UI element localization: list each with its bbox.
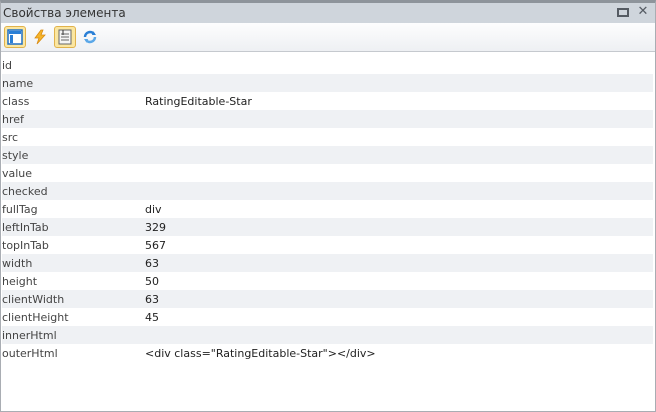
property-row-value[interactable]: value (2, 164, 653, 182)
property-row-fullTag[interactable]: fullTag div (2, 200, 653, 218)
property-key: fullTag (2, 202, 38, 216)
property-value[interactable]: 63 (145, 257, 159, 270)
property-row-src[interactable]: src (2, 128, 653, 146)
property-key: style (2, 148, 29, 162)
property-value[interactable]: 45 (145, 311, 159, 324)
property-key: href (2, 112, 24, 126)
property-row-leftInTab[interactable]: leftInTab 329 (2, 218, 653, 236)
maximize-icon (617, 7, 629, 17)
panel-title: Свойства элемента (3, 6, 126, 20)
property-key: clientHeight (2, 310, 69, 324)
property-row-id[interactable]: id (2, 56, 653, 74)
panel-titlebar: Свойства элемента ✕ (1, 3, 655, 23)
property-value[interactable]: 50 (145, 275, 159, 288)
properties-button[interactable] (54, 26, 76, 48)
property-grid: id name class RatingEditable-Star href src sty… (2, 56, 653, 362)
property-key: name (2, 76, 34, 90)
property-value[interactable]: <div class="RatingEditable-Star"></div> (145, 347, 376, 360)
property-value[interactable]: 329 (145, 221, 166, 234)
property-value[interactable]: div (145, 203, 162, 216)
element-view-icon (7, 29, 23, 45)
refresh-button[interactable] (79, 26, 101, 48)
property-value[interactable]: 567 (145, 239, 166, 252)
maximize-button[interactable] (617, 6, 629, 18)
property-row-style[interactable]: style (2, 146, 653, 164)
property-key: height (2, 274, 38, 288)
property-row-outerHtml[interactable]: outerHtml <div class="RatingEditable-Star… (2, 344, 653, 362)
property-row-clientHeight[interactable]: clientHeight 45 (2, 308, 653, 326)
properties-panel: Свойства элемента ✕ id name class RatingEdi… (0, 0, 656, 412)
property-row-href[interactable]: href (2, 110, 653, 128)
property-key: src (2, 130, 19, 144)
property-row-clientWidth[interactable]: clientWidth 63 (2, 290, 653, 308)
close-button[interactable]: ✕ (637, 4, 649, 19)
element-view-button[interactable] (4, 26, 26, 48)
property-row-height[interactable]: height 50 (2, 272, 653, 290)
property-row-width[interactable]: width 63 (2, 254, 653, 272)
property-key: clientWidth (2, 292, 65, 306)
lightning-icon (34, 29, 46, 45)
property-key: value (2, 166, 33, 180)
property-row-class[interactable]: class RatingEditable-Star (2, 92, 653, 110)
close-icon: ✕ (637, 4, 649, 19)
property-row-innerHtml[interactable]: innerHtml (2, 326, 653, 344)
property-row-name[interactable]: name (2, 74, 653, 92)
refresh-icon (83, 30, 97, 44)
property-value[interactable]: RatingEditable-Star (145, 95, 252, 108)
property-key: class (2, 94, 30, 108)
property-key: width (2, 256, 33, 270)
property-key: leftInTab (2, 220, 49, 234)
property-key: topInTab (2, 238, 49, 252)
property-key: checked (2, 184, 48, 198)
toolbar (1, 23, 655, 52)
properties-icon (58, 29, 72, 45)
property-row-checked[interactable]: checked (2, 182, 653, 200)
events-button[interactable] (29, 26, 51, 48)
property-key: outerHtml (2, 346, 58, 360)
property-key: id (2, 58, 13, 72)
property-row-topInTab[interactable]: topInTab 567 (2, 236, 653, 254)
property-value[interactable]: 63 (145, 293, 159, 306)
property-key: innerHtml (2, 328, 57, 342)
